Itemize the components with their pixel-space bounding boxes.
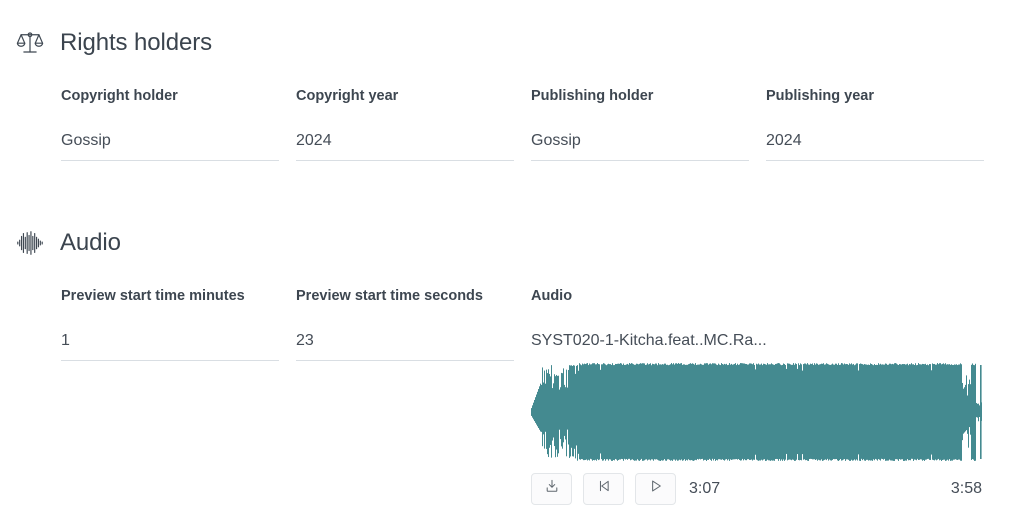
field-label: Preview start time minutes [61,288,245,304]
audio-waveform[interactable] [531,362,982,461]
field-underline [766,159,984,161]
field-underline [296,359,514,361]
field-copyright-holder: Copyright holder Gossip [61,88,279,161]
field-label: Preview start time seconds [296,288,483,304]
section-title: Audio [60,229,121,256]
field-preview-start-seconds: Preview start time seconds 23 [296,288,514,361]
section-rights-holders: Rights holders Copyright holder Gossip C… [0,20,1024,178]
download-button[interactable] [531,472,572,505]
field-label: Publishing holder [531,88,654,104]
audio-filename[interactable]: SYST020-1-Kitcha.feat..MC.Ra... [531,331,984,350]
field-publishing-holder: Publishing holder Gossip [531,88,749,161]
play-button[interactable] [635,472,676,505]
field-row-rights: Copyright holder Gossip Copyright year 2… [0,88,1024,178]
field-underline [61,359,279,361]
restart-button[interactable] [583,472,624,505]
field-value[interactable]: 2024 [296,131,514,150]
field-value[interactable]: Gossip [61,131,279,150]
play-icon [648,478,664,499]
field-label: Copyright holder [61,88,178,104]
field-label: Publishing year [766,88,874,104]
audio-field-label: Audio [531,288,573,304]
download-icon [544,478,560,499]
soundwave-icon [14,227,46,259]
field-underline [296,159,514,161]
section-header-audio: Audio [0,220,1024,266]
field-row-audio: Preview start time minutes 1 Preview sta… [0,288,1024,505]
audio-total-time: 3:58 [950,479,982,497]
field-value[interactable]: 23 [296,331,514,350]
skip-to-start-icon [596,478,612,499]
audio-transport-bar: 3:07 3:58 [531,472,982,505]
section-header-rights-holders: Rights holders [0,20,1024,66]
section-audio: Audio Preview start time minutes 1 Previ… [0,220,1024,505]
field-label: Copyright year [296,88,399,104]
field-underline [61,159,279,161]
field-value[interactable]: 1 [61,331,279,350]
field-underline [531,159,749,161]
field-publishing-year: Publishing year 2024 [766,88,984,161]
field-copyright-year: Copyright year 2024 [296,88,514,161]
field-value[interactable]: Gossip [531,131,749,150]
balance-scales-icon [14,27,46,59]
field-preview-start-minutes: Preview start time minutes 1 [61,288,279,361]
audio-player: Audio SYST020-1-Kitcha.feat..MC.Ra... 3:… [531,288,984,505]
audio-current-time: 3:07 [689,479,721,497]
section-title: Rights holders [60,29,213,56]
field-value[interactable]: 2024 [766,131,984,150]
